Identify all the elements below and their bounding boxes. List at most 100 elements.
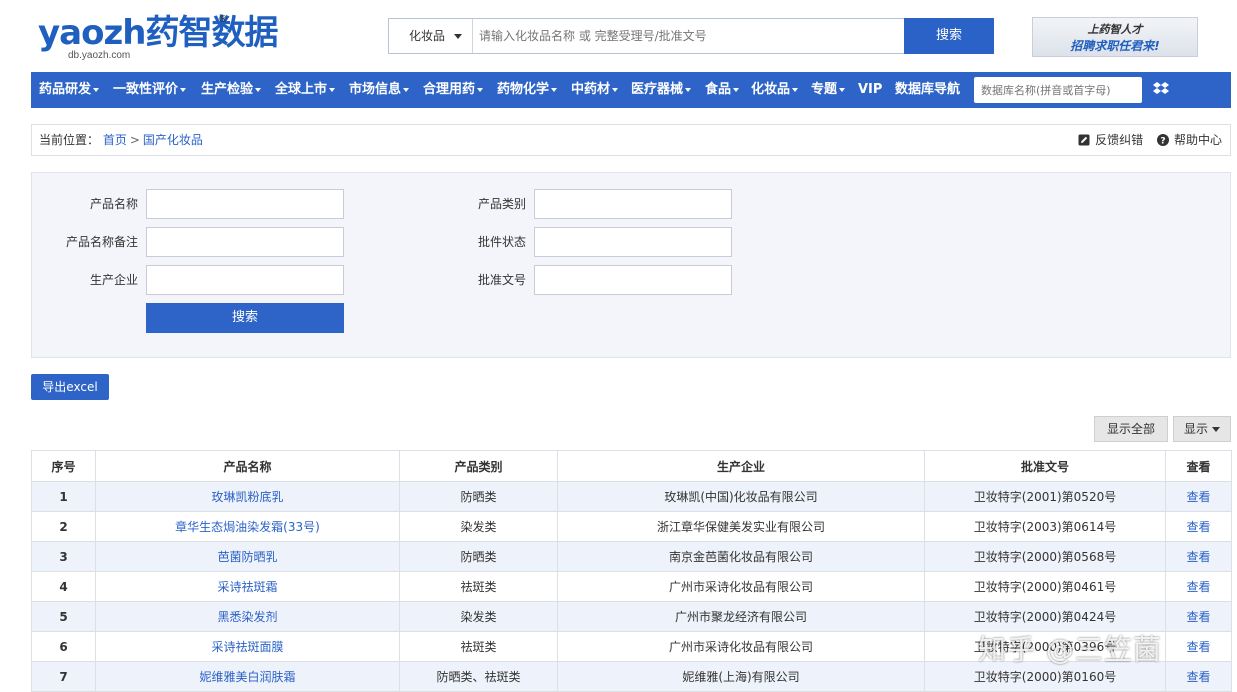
watermark: 知乎 @三笠菌 [978,633,1162,666]
table-row: 1 玫琳凯粉底乳 防晒类 玫琳凯(中国)化妆品有限公司 卫妆特字(2001)第0… [31,481,1232,512]
filter-search-button[interactable]: 搜索 [146,303,344,333]
manufacturer-cell: 妮维雅(上海)有限公司 [557,661,925,692]
caret-down-icon [839,87,846,92]
caret-down-icon [454,34,462,39]
help-center-link[interactable]: ? 帮助中心 [1156,125,1222,155]
nav-item-chemistry[interactable]: 药物化学 [497,72,558,108]
table-row: 3 芭菌防晒乳 防晒类 南京金芭菌化妆品有限公司 卫妆特字(2000)第0568… [31,541,1232,572]
caret-down-icon [329,87,336,92]
product-name-input[interactable] [146,189,344,219]
view-link[interactable]: 查看 [1165,541,1232,572]
show-all-button[interactable]: 显示全部 [1094,416,1168,442]
logo-text: yaozh药智数据 [38,13,278,53]
help-icon: ? [1156,134,1169,146]
nav-item-db-nav[interactable]: 数据库导航 [895,72,960,108]
search-category-select[interactable]: 化妆品 [389,19,473,53]
caret-down-icon [180,87,187,92]
approval-number-input[interactable] [534,265,732,295]
view-link[interactable]: 查看 [1165,511,1232,542]
product-name-label: 产品名称 [89,197,138,211]
product-name-link[interactable]: 黑悉染发剂 [95,601,400,632]
caret-down-icon [1212,427,1220,432]
column-header[interactable]: 产品名称 [95,450,400,482]
product-name-link[interactable]: 玫琳凯粉底乳 [95,481,400,512]
column-header[interactable]: 产品类别 [399,450,558,482]
product-name-link[interactable]: 芭菌防晒乳 [95,541,400,572]
product-name-link[interactable]: 章华生态焗油染发霜(33号) [95,511,400,542]
search-category-label: 化妆品 [409,29,446,43]
product-category-input[interactable] [534,189,732,219]
row-index: 1 [31,481,96,512]
logo-domain: db.yaozh.com [68,50,131,61]
recruit-line1: 上药智人才 [1087,23,1143,36]
product-category-cell: 染发类 [399,511,558,542]
nav-label: VIP [858,82,883,97]
nav-label: 一致性评价 [113,82,179,97]
caret-down-icon [733,87,740,92]
nav-item-consistency[interactable]: 一致性评价 [113,72,187,108]
name-remark-input[interactable] [146,227,344,257]
approval-status-label: 批件状态 [477,235,526,249]
breadcrumb-separator: > [129,133,140,147]
nav-item-global[interactable]: 全球上市 [275,72,336,108]
nav-item-rational-use[interactable]: 合理用药 [423,72,484,108]
logo-chinese: 药智数据 [145,13,278,53]
view-link[interactable]: 查看 [1165,631,1232,662]
site-logo[interactable]: yaozh药智数据 ® db.yaozh.com [38,13,298,61]
nav-label: 合理用药 [423,82,476,97]
nav-item-food[interactable]: 食品 [705,72,740,108]
row-index: 5 [31,601,96,632]
row-index: 7 [31,661,96,692]
breadcrumb-actions: 反馈纠错 ? 帮助中心 [1068,125,1222,157]
view-link[interactable]: 查看 [1165,571,1232,602]
feedback-link[interactable]: 反馈纠错 [1078,125,1143,155]
global-search-button[interactable]: 搜索 [904,18,994,54]
table-row: 2 章华生态焗油染发霜(33号) 染发类 浙江章华保健美发实业有限公司 卫妆特字… [31,511,1232,542]
table-row: 5 黑悉染发剂 染发类 广州市聚龙经济有限公司 卫妆特字(2000)第0424号… [31,601,1232,632]
column-header[interactable]: 批准文号 [924,450,1166,482]
approval-status-input[interactable] [534,227,732,257]
nav-label: 医疗器械 [631,82,684,97]
name-remark-label: 产品名称备注 [65,235,138,249]
product-name-link[interactable]: 妮维雅美白润肤霜 [95,661,400,692]
manufacturer-input[interactable] [146,265,344,295]
nav-item-market[interactable]: 市场信息 [349,72,410,108]
view-link[interactable]: 查看 [1165,601,1232,632]
global-search-input[interactable] [473,19,903,53]
product-category-cell: 祛斑类 [399,571,558,602]
database-search-input[interactable] [974,77,1142,103]
row-index: 2 [31,511,96,542]
feedback-label: 反馈纠错 [1095,133,1144,147]
show-columns-dropdown[interactable]: 显示 [1173,416,1231,442]
caret-down-icon [477,87,484,92]
logo-brand: yaozh [38,13,146,53]
help-label: 帮助中心 [1173,133,1222,147]
nav-item-production[interactable]: 生产检验 [201,72,262,108]
dropbox-icon[interactable] [1153,81,1169,97]
breadcrumb-current-link[interactable]: 国产化妆品 [143,133,203,147]
column-header[interactable]: 生产企业 [557,450,925,482]
site-header: yaozh药智数据 ® db.yaozh.com 化妆品 搜索 上药智人才 招聘… [0,0,1237,72]
recruit-banner[interactable]: 上药智人才 招聘求职任君来! [1032,17,1198,57]
nav-item-cosmetics[interactable]: 化妆品 [751,72,799,108]
column-header[interactable]: 序号 [31,450,96,482]
product-name-link[interactable]: 采诗祛斑面膜 [95,631,400,662]
nav-item-drug-rd[interactable]: 药品研发 [39,72,100,108]
nav-item-vip[interactable]: VIP [858,72,882,108]
nav-label: 中药材 [571,82,611,97]
nav-label: 生产检验 [201,82,254,97]
product-name-link[interactable]: 采诗祛斑霜 [95,571,400,602]
nav-item-herbs[interactable]: 中药材 [571,72,619,108]
product-category-label: 产品类别 [477,197,526,211]
breadcrumb-prefix: 当前位置： [39,133,100,147]
view-link[interactable]: 查看 [1165,661,1232,692]
approval-number-label: 批准文号 [477,273,526,287]
approval-number-cell: 卫妆特字(2000)第0461号 [924,571,1166,602]
manufacturer-cell: 广州市采诗化妆品有限公司 [557,571,925,602]
nav-item-devices[interactable]: 医疗器械 [631,72,692,108]
export-excel-button[interactable]: 导出excel [31,374,109,400]
view-link[interactable]: 查看 [1165,481,1232,512]
nav-item-topics[interactable]: 专题 [811,72,846,108]
breadcrumb-home-link[interactable]: 首页 [103,133,127,147]
manufacturer-cell: 浙江章华保健美发实业有限公司 [557,511,925,542]
